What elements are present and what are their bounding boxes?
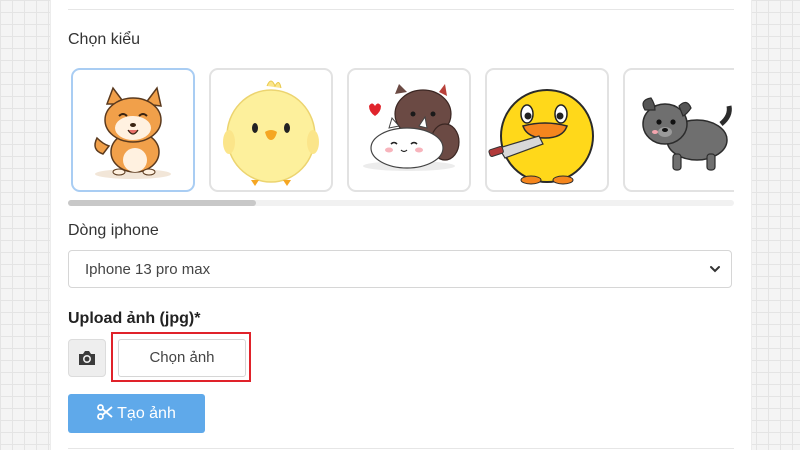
- camera-button[interactable]: [68, 339, 106, 377]
- style-label: Chọn kiểu: [68, 31, 141, 48]
- carousel-scrollbar-thumb[interactable]: [68, 200, 256, 206]
- shiba-dog-sticker: [94, 86, 171, 179]
- phone-model-value: Iphone 13 pro max: [85, 261, 211, 278]
- phone-model-label: Dòng iphone: [68, 222, 159, 239]
- camera-icon: [79, 351, 95, 365]
- create-image-button[interactable]: Tạo ảnh: [68, 394, 205, 433]
- sticker-option-chick[interactable]: [209, 68, 333, 192]
- form-card: Chọn kiểu Dòng iphone Iphone 13 pro max …: [50, 0, 752, 450]
- sticker-option-shiba[interactable]: [71, 68, 195, 192]
- divider-bottom: [68, 448, 734, 449]
- upload-label: Upload ảnh (jpg)*: [68, 310, 201, 327]
- duck-with-knife-sticker: [488, 89, 594, 185]
- divider-top: [68, 9, 734, 10]
- sticker-option-grey-dog[interactable]: [623, 68, 734, 192]
- yellow-chick-sticker: [223, 80, 319, 186]
- phone-model-select[interactable]: Iphone 13 pro max: [68, 250, 732, 288]
- choose-photo-button[interactable]: Chọn ảnh: [118, 339, 246, 377]
- create-image-label: Tạo ảnh: [117, 405, 176, 422]
- grey-dog-sticker: [642, 97, 732, 171]
- sticker-option-cats[interactable]: [347, 68, 471, 192]
- sticker-carousel[interactable]: [68, 66, 734, 210]
- scissors-icon: [97, 404, 113, 420]
- chevron-down-icon: [710, 266, 720, 273]
- cats-couple-sticker: [363, 84, 460, 171]
- sticker-option-duck[interactable]: [485, 68, 609, 192]
